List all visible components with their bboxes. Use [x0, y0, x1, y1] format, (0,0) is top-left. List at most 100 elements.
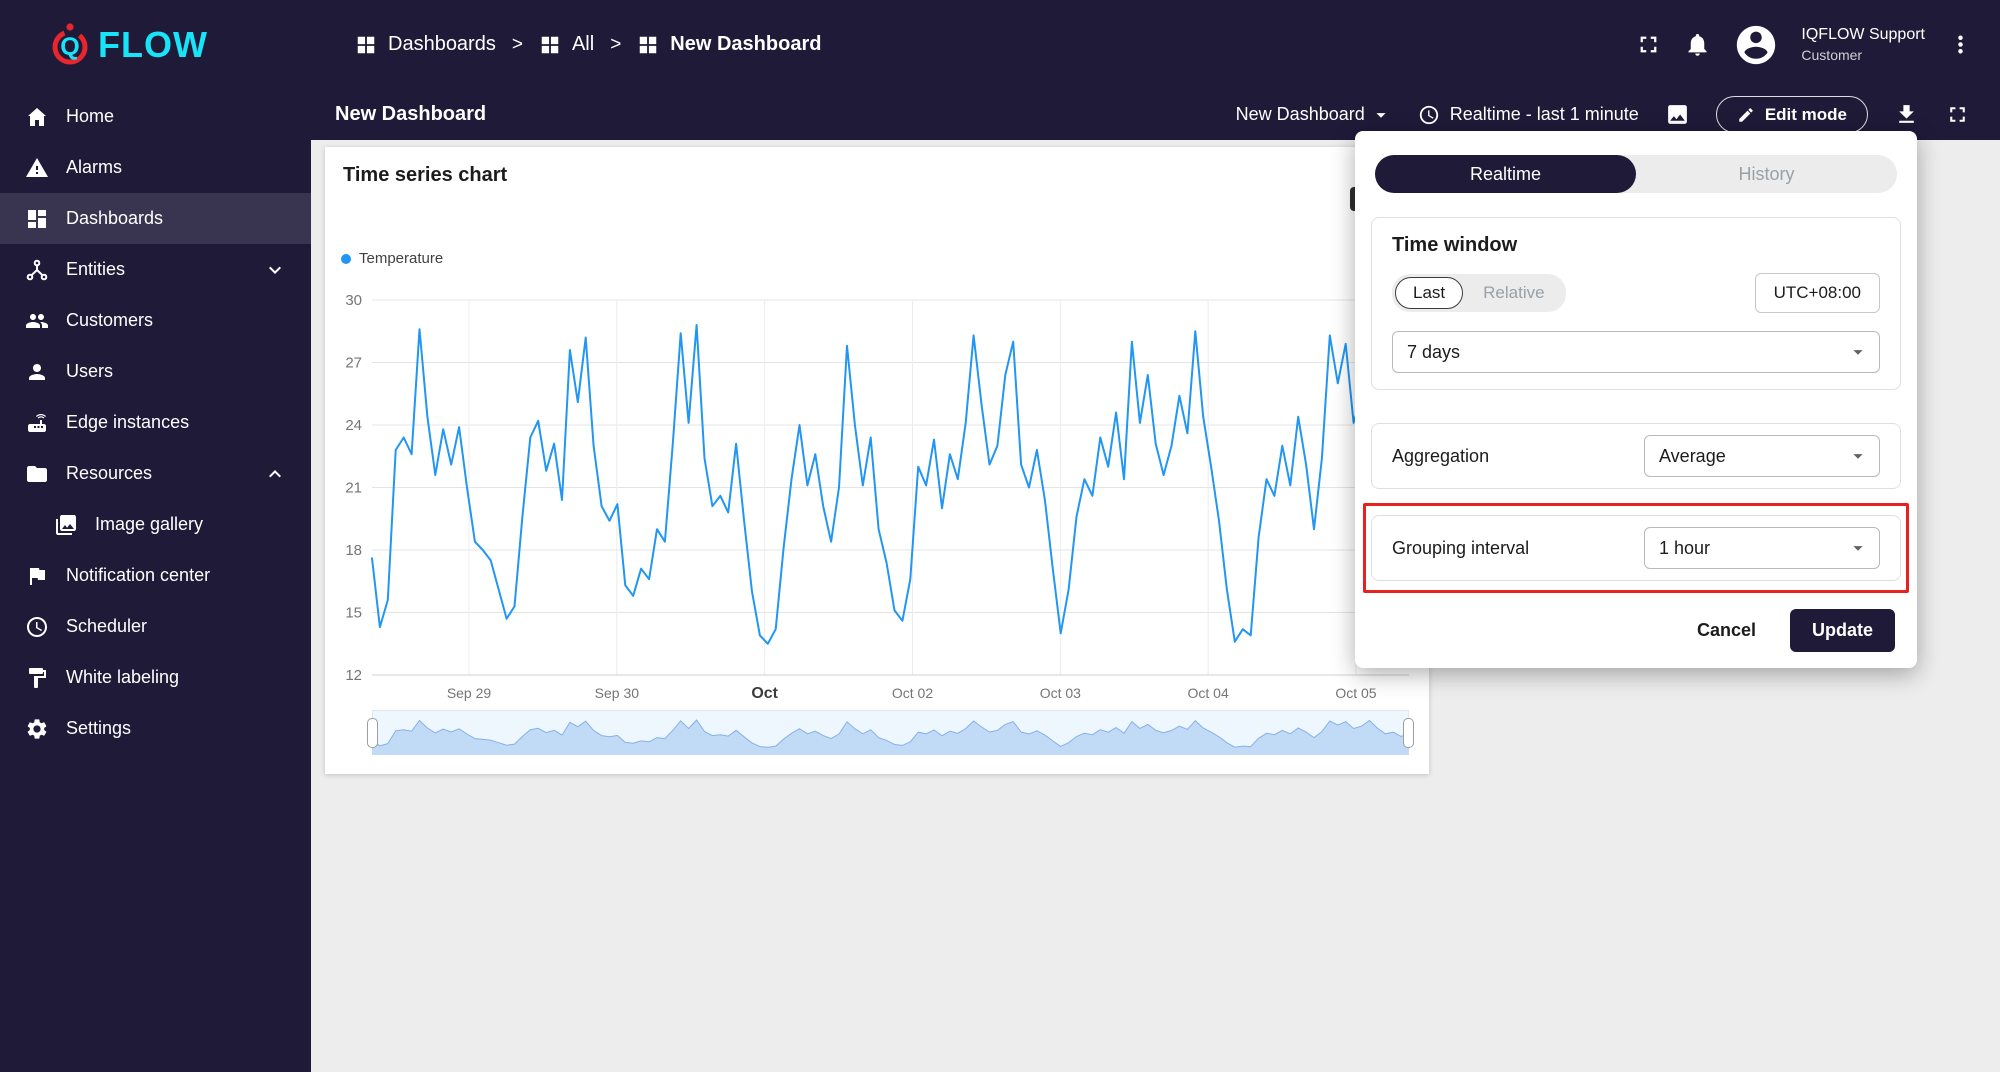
dashboards-icon [25, 207, 49, 231]
time-window-title: Time window [1392, 234, 1880, 257]
sidebar-item-users[interactable]: Users [0, 346, 311, 397]
customers-icon [25, 309, 49, 333]
sidebar-item-alarms[interactable]: Alarms [0, 142, 311, 193]
update-button[interactable]: Update [1790, 609, 1895, 652]
sidebar-item-label: Image gallery [95, 514, 203, 535]
edit-mode-button[interactable]: Edit mode [1716, 96, 1868, 133]
sidebar-item-customers[interactable]: Customers [0, 295, 311, 346]
fullscreen-icon[interactable] [1635, 31, 1662, 58]
caret-down-icon [1370, 104, 1392, 126]
sidebar-item-label: Dashboards [66, 208, 163, 229]
dashboard-grid-icon [637, 34, 659, 56]
page-title: New Dashboard [335, 103, 486, 126]
svg-text:Oct 03: Oct 03 [1040, 685, 1081, 701]
chevron-down-icon [263, 258, 287, 282]
dashboard-grid-icon [355, 34, 377, 56]
user-info: IQFLOW Support Customer [1801, 24, 1925, 64]
sidebar-item-image-gallery[interactable]: Image gallery [0, 499, 311, 550]
topbar: Q FLOW Dashboards > All > New Dashboard IQFL… [0, 0, 2000, 89]
sidebar-item-resources[interactable]: Resources [0, 448, 311, 499]
minimap-left-handle[interactable] [367, 718, 378, 748]
sidebar-item-label: Resources [66, 463, 152, 484]
range-select-value: 7 days [1407, 342, 1460, 363]
sidebar-item-dashboards[interactable]: Dashboards [0, 193, 311, 244]
app-logo[interactable]: Q FLOW [46, 0, 208, 89]
timezone-button[interactable]: UTC+08:00 [1755, 273, 1880, 313]
download-icon[interactable] [1894, 102, 1919, 127]
image-icon[interactable] [1665, 102, 1690, 127]
cancel-button[interactable]: Cancel [1691, 619, 1762, 642]
legend-label: Temperature [359, 250, 443, 267]
svg-text:Oct 02: Oct 02 [892, 685, 933, 701]
svg-text:27: 27 [345, 355, 362, 372]
dashboard-toolbar: New Dashboard Realtime - last 1 minute E… [1236, 96, 1970, 133]
sidebar-item-label: White labeling [66, 667, 179, 688]
sidebar-item-label: Alarms [66, 157, 122, 178]
grouping-interval-label: Grouping interval [1392, 538, 1529, 559]
sidebar-item-label: Entities [66, 259, 125, 280]
dashboard-select[interactable]: New Dashboard [1236, 104, 1392, 126]
sidebar-item-label: Scheduler [66, 616, 147, 637]
svg-text:18: 18 [345, 542, 362, 559]
chart-minimap[interactable] [372, 710, 1409, 755]
breadcrumb-item-dashboards[interactable]: Dashboards [355, 33, 496, 56]
svg-text:Sep 29: Sep 29 [447, 685, 492, 701]
breadcrumb-item-all[interactable]: All [539, 33, 594, 56]
sidebar-item-home[interactable]: Home [0, 91, 311, 142]
tab-realtime[interactable]: Realtime [1375, 155, 1636, 193]
mode-last[interactable]: Last [1395, 277, 1463, 309]
caret-down-icon [1847, 341, 1869, 363]
svg-text:21: 21 [345, 480, 362, 497]
svg-text:Oct 05: Oct 05 [1335, 685, 1376, 701]
aggregation-label: Aggregation [1392, 446, 1489, 467]
svg-text:Q: Q [60, 33, 79, 61]
mode-relative[interactable]: Relative [1465, 277, 1562, 309]
minimap-right-handle[interactable] [1403, 718, 1414, 748]
dashboard-grid-icon [539, 34, 561, 56]
sidebar-item-edge-instances[interactable]: Edge instances [0, 397, 311, 448]
chart-legend[interactable]: Temperature [341, 250, 443, 267]
aggregation-select[interactable]: Average [1644, 435, 1880, 477]
range-select[interactable]: 7 days [1392, 331, 1880, 373]
folder-icon [25, 462, 49, 486]
sidebar-item-entities[interactable]: Entities [0, 244, 311, 295]
sidebar-item-scheduler[interactable]: Scheduler [0, 601, 311, 652]
timewindow-button[interactable]: Realtime - last 1 minute [1418, 104, 1639, 126]
line-chart[interactable]: 30272421181512Sep 29Sep 30OctOct 02Oct 0… [325, 292, 1429, 722]
flag-icon [25, 564, 49, 588]
svg-text:Oct: Oct [751, 685, 778, 702]
user-name: IQFLOW Support [1801, 24, 1925, 46]
breadcrumb: Dashboards > All > New Dashboard [355, 0, 821, 89]
more-vert-icon[interactable] [1947, 31, 1974, 58]
pencil-icon [1737, 106, 1755, 124]
svg-text:Sep 30: Sep 30 [595, 685, 640, 701]
clock-icon [1418, 104, 1440, 126]
svg-text:24: 24 [345, 417, 362, 434]
svg-text:Oct 04: Oct 04 [1188, 685, 1229, 701]
notifications-bell-icon[interactable] [1684, 31, 1711, 58]
breadcrumb-separator: > [512, 34, 523, 56]
svg-text:12: 12 [345, 667, 362, 684]
caret-down-icon [1847, 445, 1869, 467]
avatar[interactable] [1733, 22, 1779, 68]
widget-title: Time series chart [343, 164, 507, 187]
logo-text: FLOW [98, 24, 208, 66]
breadcrumb-item-new-dashboard[interactable]: New Dashboard [637, 33, 821, 56]
time-window-section: Time window Last Relative UTC+08:00 7 da… [1371, 217, 1901, 390]
expand-icon[interactable] [1945, 102, 1970, 127]
settings-icon [25, 717, 49, 741]
svg-text:15: 15 [345, 605, 362, 622]
clock-icon [25, 615, 49, 639]
last-relative-toggle: Last Relative [1392, 274, 1566, 312]
sidebar-item-notification-center[interactable]: Notification center [0, 550, 311, 601]
sidebar-item-white-labeling[interactable]: White labeling [0, 652, 311, 703]
logo-q-icon: Q [46, 21, 94, 69]
tab-history[interactable]: History [1636, 155, 1897, 193]
sidebar-item-settings[interactable]: Settings [0, 703, 311, 754]
legend-dot-icon [341, 254, 351, 264]
home-icon [25, 105, 49, 129]
grouping-interval-select[interactable]: 1 hour [1644, 527, 1880, 569]
edge-icon [25, 411, 49, 435]
sidebar: Home Alarms Dashboards Entities CustomersUse… [0, 89, 311, 1072]
breadcrumb-separator: > [610, 34, 621, 56]
